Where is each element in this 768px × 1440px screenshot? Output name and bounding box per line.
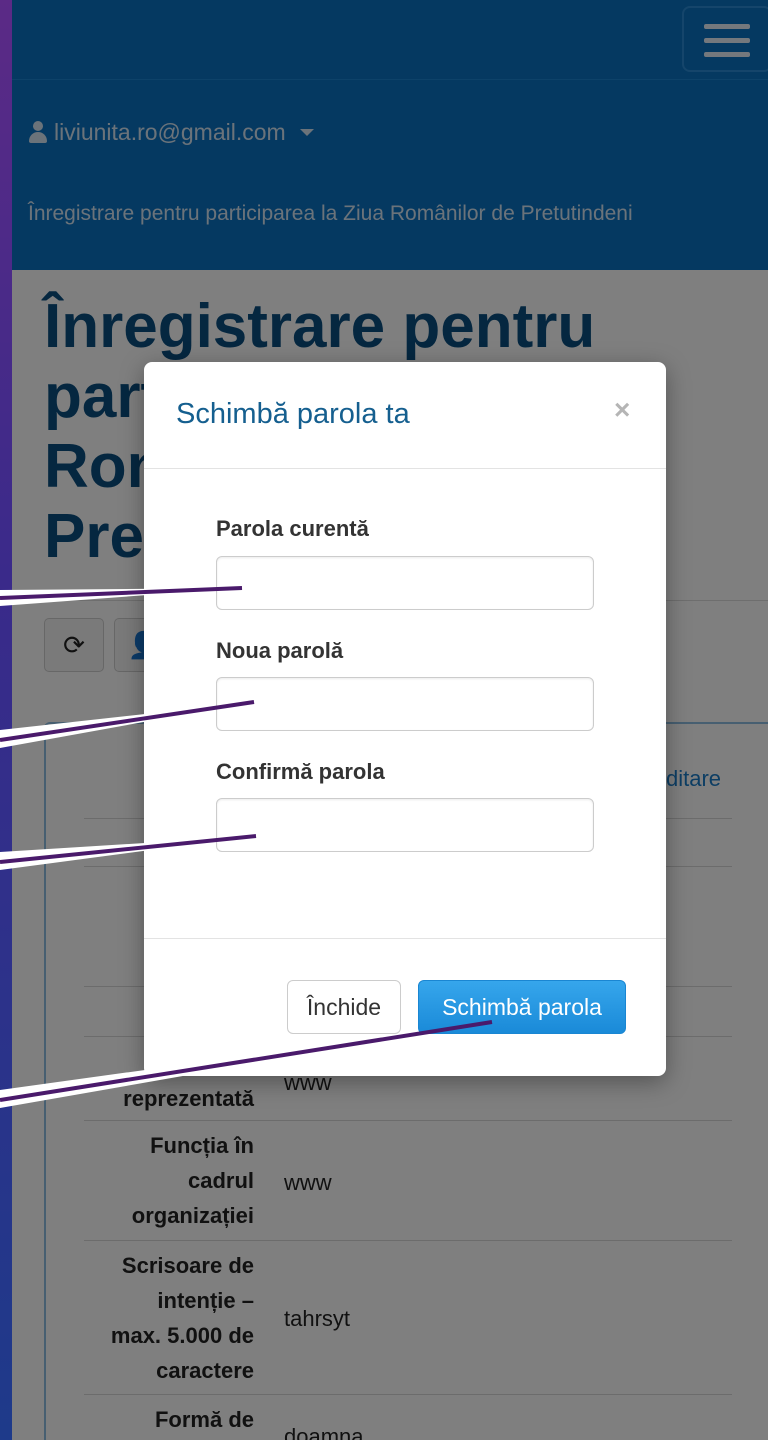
modal-footer-divider <box>144 938 666 939</box>
modal-header-divider <box>144 468 666 469</box>
change-password-button[interactable]: Schimbă parola <box>418 980 626 1034</box>
new-password-input[interactable] <box>216 677 594 731</box>
screen-edge <box>0 0 12 1440</box>
close-icon[interactable]: × <box>614 394 630 426</box>
modal-title: Schimbă parola ta <box>176 398 410 430</box>
current-password-input[interactable] <box>216 556 594 610</box>
new-password-label: Noua parolă <box>216 638 344 663</box>
confirm-password-label: Confirmă parola <box>216 759 385 784</box>
change-password-modal: Schimbă parola ta × Parola curentă Noua … <box>144 362 666 1076</box>
confirm-password-input[interactable] <box>216 798 594 852</box>
current-password-label: Parola curentă <box>216 516 369 541</box>
close-button[interactable]: Închide <box>287 980 401 1034</box>
